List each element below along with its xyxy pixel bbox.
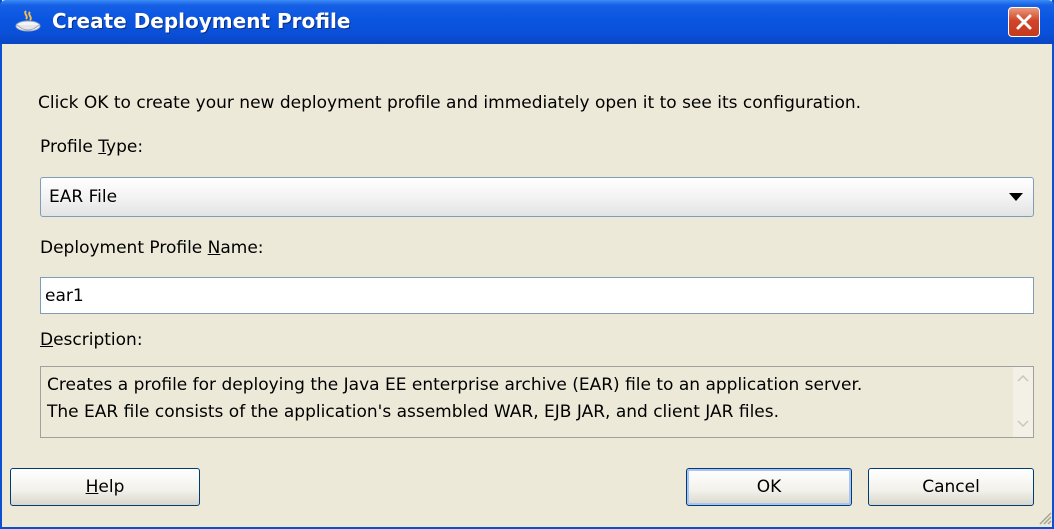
profile-type-select[interactable]: EAR File (40, 177, 1034, 217)
scroll-down-icon[interactable] (1016, 419, 1030, 429)
profile-type-value: EAR File (49, 187, 118, 207)
dialog-title: Create Deployment Profile (52, 9, 351, 33)
description-scrollbar[interactable] (1013, 367, 1033, 437)
description-text: Creates a profile for deploying the Java… (47, 375, 863, 422)
profile-name-field[interactable] (40, 277, 1034, 314)
profile-type-label: Profile Type: (40, 137, 144, 157)
close-button[interactable] (1008, 7, 1040, 37)
chevron-down-icon[interactable] (1009, 192, 1023, 202)
help-button[interactable]: Help (10, 468, 200, 506)
profile-name-label: Deployment Profile Name: (40, 238, 264, 258)
description-label: Description: (40, 330, 143, 350)
description-text-area[interactable]: Creates a profile for deploying the Java… (40, 366, 1034, 438)
instruction-text: Click OK to create your new deployment p… (38, 93, 862, 113)
close-icon (1016, 14, 1032, 30)
profile-name-input[interactable] (45, 282, 1015, 309)
oracle-cup-icon (15, 10, 41, 32)
scroll-up-icon[interactable] (1016, 373, 1030, 383)
cancel-button[interactable]: Cancel (868, 468, 1034, 506)
dialog-window: Create Deployment Profile Click OK to cr… (0, 0, 1054, 529)
resize-grip-icon[interactable] (1036, 509, 1052, 525)
ok-button[interactable]: OK (686, 468, 852, 506)
title-bar[interactable]: Create Deployment Profile (0, 0, 1054, 44)
